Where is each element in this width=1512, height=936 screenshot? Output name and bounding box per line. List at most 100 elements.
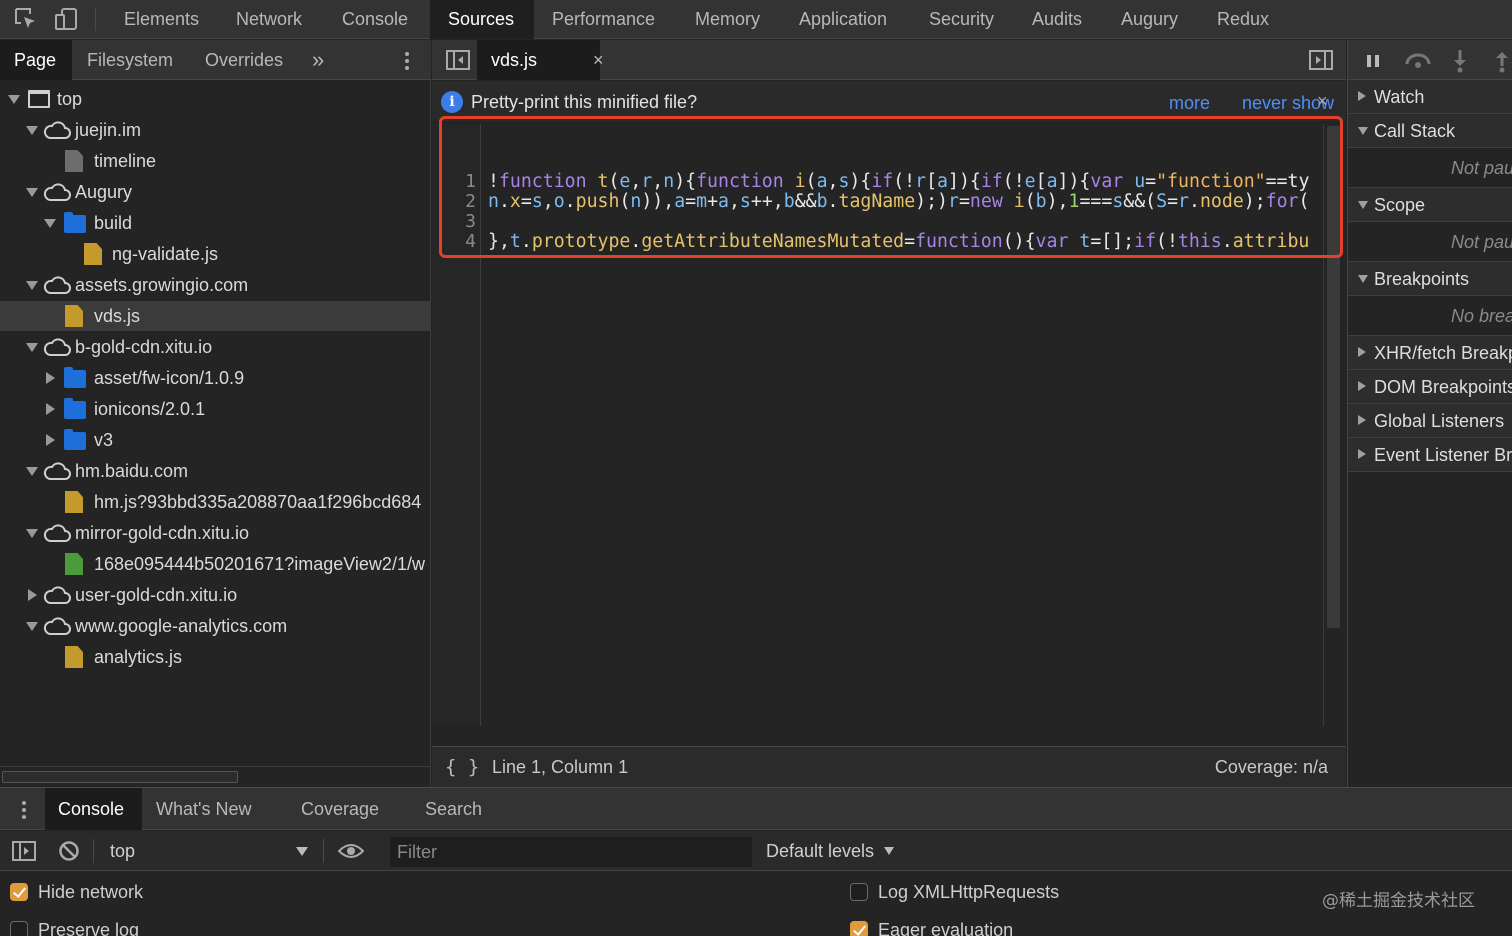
pretty-print-button[interactable]: { }	[445, 747, 479, 787]
collapse-arrow-icon[interactable]	[46, 372, 55, 384]
tree-item-juejin[interactable]: juejin.im	[0, 115, 431, 145]
inspect-element-icon[interactable]	[13, 6, 39, 32]
tab-memory[interactable]: Memory	[677, 0, 778, 39]
section-event-listener-breakpoints[interactable]: Event Listener Breakpoints	[1348, 438, 1512, 472]
code-line[interactable]: n.x=s,o.push(n)),a=m+a,s++,b&&b.tagName)…	[488, 192, 1309, 212]
step-over-icon[interactable]	[1404, 50, 1432, 70]
tree-item-build[interactable]: build	[0, 208, 431, 238]
scrollbar-thumb[interactable]	[2, 771, 238, 783]
drawer-tab-coverage[interactable]: Coverage	[288, 788, 392, 830]
expand-arrow-icon[interactable]	[26, 188, 38, 197]
expand-arrow-icon[interactable]	[26, 622, 38, 631]
line-number-gutter[interactable]: 1 2 3 4	[432, 124, 481, 726]
console-filter-input[interactable]	[390, 837, 752, 867]
log-xhr-checkbox[interactable]	[850, 883, 868, 901]
section-scope[interactable]: Scope	[1348, 188, 1512, 222]
navigator-horizontal-scrollbar[interactable]	[0, 766, 431, 786]
tree-item-ng-validate[interactable]: ng-validate.js	[0, 239, 431, 269]
tab-elements[interactable]: Elements	[106, 0, 217, 39]
section-dom-breakpoints[interactable]: DOM Breakpoints	[1348, 370, 1512, 404]
tree-item-timeline[interactable]: timeline	[0, 146, 431, 176]
live-expression-eye-icon[interactable]	[338, 840, 364, 862]
eager-evaluation-checkbox[interactable]	[850, 921, 868, 936]
tree-item-b-gold-cdn[interactable]: b-gold-cdn.xitu.io	[0, 332, 431, 362]
tree-item-fw-icon[interactable]: asset/fw-icon/1.0.9	[0, 363, 431, 393]
tree-item-v3[interactable]: v3	[0, 425, 431, 455]
device-toolbar-icon[interactable]	[53, 6, 79, 32]
close-tab-icon[interactable]: ×	[593, 40, 604, 80]
toggle-navigator-icon[interactable]	[446, 50, 470, 70]
drawer-tab-whats-new[interactable]: What's New	[143, 788, 264, 830]
scrollbar-thumb[interactable]	[1327, 126, 1340, 628]
expand-arrow-icon[interactable]	[26, 467, 38, 476]
drawer-tab-console[interactable]: Console	[45, 788, 142, 830]
tab-sources[interactable]: Sources	[430, 0, 534, 39]
line-number[interactable]: 1	[432, 172, 476, 192]
tree-item-hm-baidu[interactable]: hm.baidu.com	[0, 456, 431, 486]
collapse-arrow-icon[interactable]	[46, 403, 55, 415]
tab-security[interactable]: Security	[911, 0, 1012, 39]
tree-item-top[interactable]: top	[0, 84, 431, 114]
drawer-menu-kebab-icon[interactable]	[16, 798, 32, 822]
tree-item-analytics-js[interactable]: analytics.js	[0, 642, 431, 672]
expand-arrow-icon[interactable]	[26, 126, 38, 135]
section-call-stack[interactable]: Call Stack	[1348, 114, 1512, 148]
drawer-tab-search[interactable]: Search	[412, 788, 495, 830]
section-breakpoints[interactable]: Breakpoints	[1348, 262, 1512, 296]
tab-augury[interactable]: Augury	[1103, 0, 1196, 39]
nav-tab-filesystem[interactable]: Filesystem	[73, 40, 187, 80]
hide-network-checkbox[interactable]	[10, 883, 28, 901]
collapse-arrow-icon[interactable]	[46, 434, 55, 446]
nav-tab-page[interactable]: Page	[0, 40, 72, 80]
expand-arrow-icon[interactable]	[26, 281, 38, 290]
line-number[interactable]: 2	[432, 192, 476, 212]
expand-arrow-icon[interactable]	[26, 343, 38, 352]
clear-console-icon[interactable]	[58, 840, 80, 862]
tree-item-augury[interactable]: Augury	[0, 177, 431, 207]
dropdown-caret-icon[interactable]	[884, 847, 894, 855]
line-number[interactable]: 4	[432, 232, 476, 252]
execution-context-select[interactable]: top	[110, 831, 135, 871]
tree-item-vds-js[interactable]: vds.js	[0, 301, 431, 331]
expand-arrow-icon[interactable]	[26, 529, 38, 538]
tab-application[interactable]: Application	[781, 0, 905, 39]
tree-item-hm-js[interactable]: hm.js?93bbd335a208870aa1f296bcd684	[0, 487, 431, 517]
step-into-icon[interactable]	[1452, 49, 1468, 73]
editor-vertical-scrollbar[interactable]	[1323, 124, 1343, 726]
section-xhr-breakpoints[interactable]: XHR/fetch Breakpoints	[1348, 336, 1512, 370]
tree-item-ionicons[interactable]: ionicons/2.0.1	[0, 394, 431, 424]
nav-more-tabs-icon[interactable]: »	[298, 40, 338, 80]
tab-audits[interactable]: Audits	[1014, 0, 1100, 39]
nav-tab-overrides[interactable]: Overrides	[191, 40, 297, 80]
line-number[interactable]: 3	[432, 212, 476, 232]
expand-arrow-icon[interactable]	[44, 219, 56, 228]
section-global-listeners[interactable]: Global Listeners	[1348, 404, 1512, 438]
console-sidebar-toggle-icon[interactable]	[12, 841, 36, 861]
tab-performance[interactable]: Performance	[534, 0, 673, 39]
infobar-more-link[interactable]: more	[1169, 81, 1210, 125]
tab-console[interactable]: Console	[324, 0, 426, 39]
pause-icon[interactable]	[1365, 53, 1381, 69]
tree-item-google-analytics[interactable]: www.google-analytics.com	[0, 611, 431, 641]
infobar-close-icon[interactable]: ×	[1317, 81, 1328, 121]
code-line[interactable]: !function t(e,r,n){function i(a,s){if(!r…	[488, 172, 1309, 192]
tab-redux[interactable]: Redux	[1199, 0, 1287, 39]
tree-item-mirror-gold-cdn[interactable]: mirror-gold-cdn.xitu.io	[0, 518, 431, 548]
section-watch[interactable]: Watch	[1348, 80, 1512, 114]
tab-network[interactable]: Network	[218, 0, 320, 39]
tree-item-user-gold-cdn[interactable]: user-gold-cdn.xitu.io	[0, 580, 431, 610]
tree-item-image[interactable]: 168e095444b50201671?imageView2/1/w	[0, 549, 431, 579]
collapse-arrow-icon[interactable]	[28, 589, 37, 601]
toggle-debugger-icon[interactable]	[1309, 50, 1333, 70]
code-line[interactable]: },t.prototype.getAttributeNamesMutated=f…	[488, 232, 1309, 252]
expand-arrow-icon[interactable]	[8, 95, 20, 104]
nav-menu-kebab-icon[interactable]	[398, 50, 416, 72]
editor-file-tab[interactable]: vds.js ×	[477, 40, 604, 80]
tree-item-growingio[interactable]: assets.growingio.com	[0, 270, 431, 300]
dropdown-caret-icon[interactable]	[296, 847, 308, 856]
preserve-log-checkbox[interactable]	[10, 921, 28, 936]
step-out-icon[interactable]	[1494, 49, 1510, 73]
code-area[interactable]: 1 2 3 4 !function t(e,r,n){function i(a,…	[432, 124, 1346, 825]
code-lines[interactable]: !function t(e,r,n){function i(a,s){if(!r…	[488, 124, 1323, 726]
log-levels-select[interactable]: Default levels	[766, 831, 874, 871]
